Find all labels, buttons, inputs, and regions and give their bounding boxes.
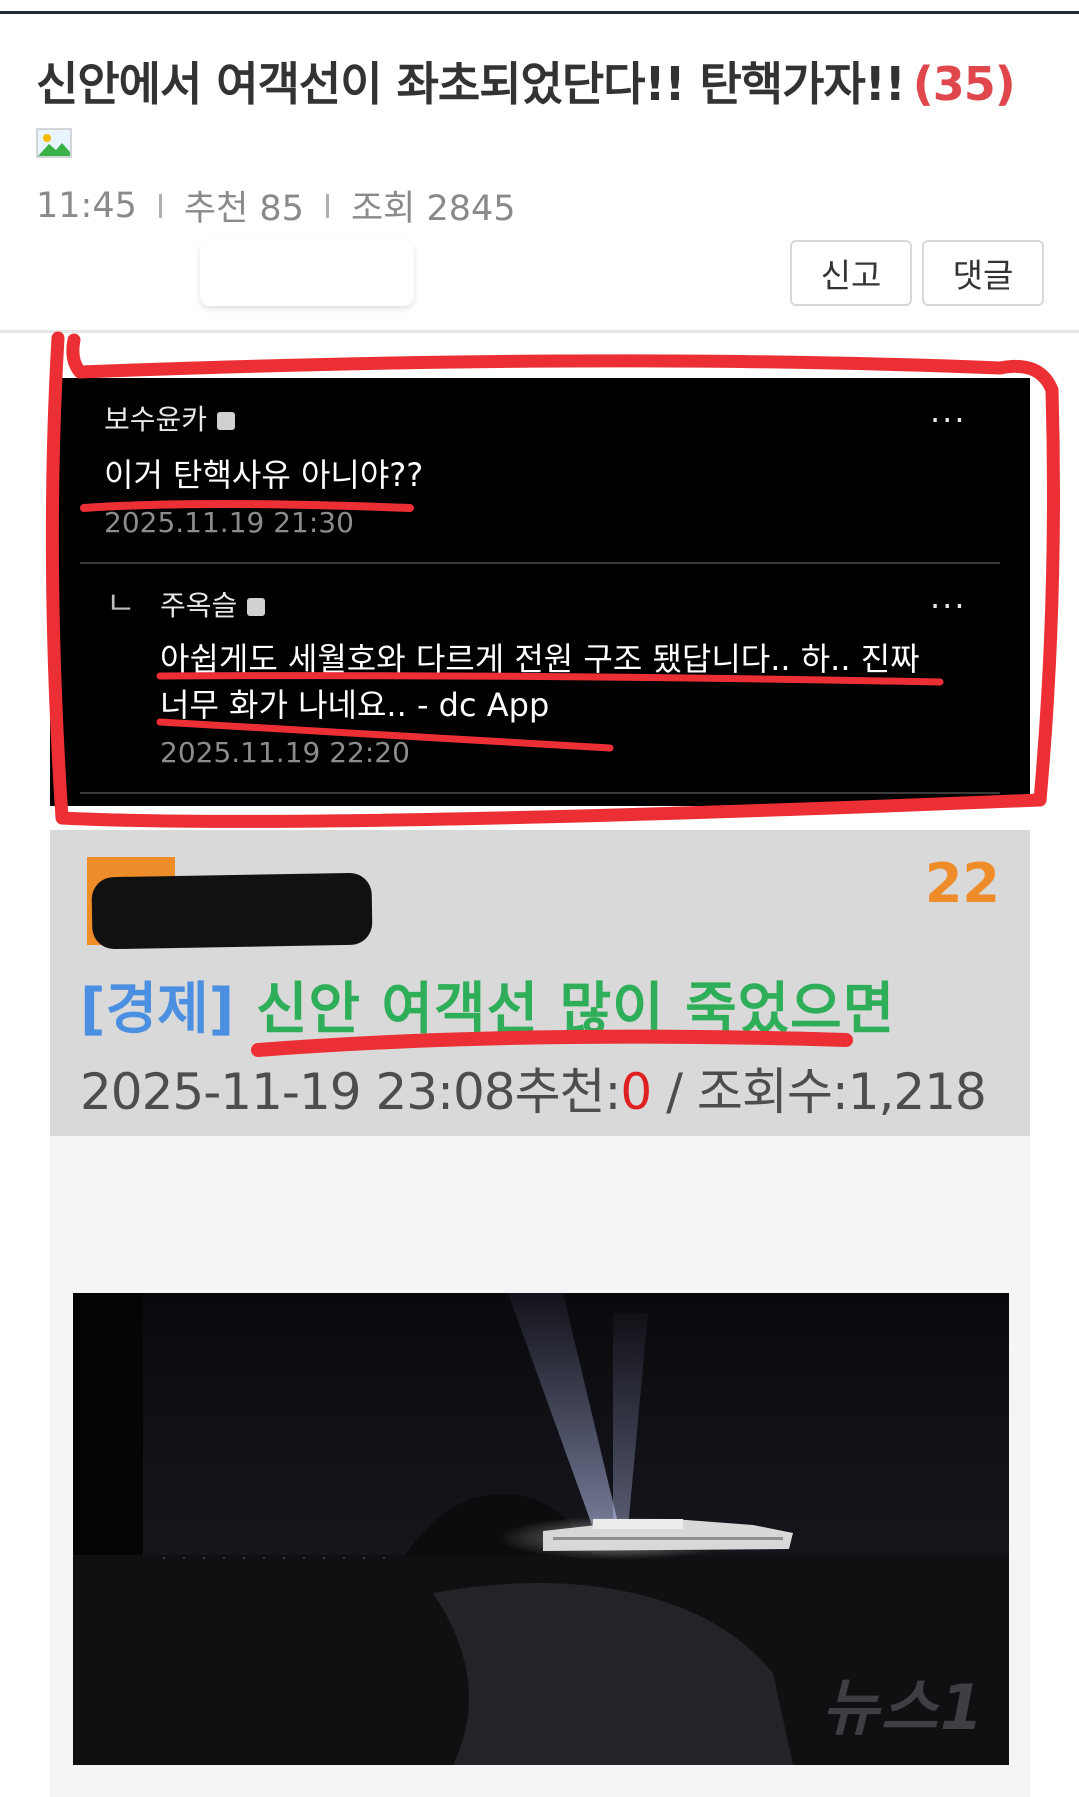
member-badge-icon	[247, 598, 266, 616]
meta-divider	[158, 193, 162, 218]
top-bar	[0, 0, 1079, 14]
comment-author: 보수윤카	[104, 398, 236, 438]
post-number: 22	[924, 852, 1000, 915]
captured-post-image: 22 [경제] 신안 여객선 많이 죽었으면 2025-11-19 23:08추…	[50, 830, 1030, 1136]
reply-date: 2025.11.19 22:20	[160, 736, 410, 769]
comment-count[interactable]: (35)	[913, 57, 1016, 111]
post-meta: 11:45 추천 85 조회 2845	[36, 180, 516, 231]
reply-divider	[80, 792, 1000, 794]
redacted-name	[91, 872, 373, 950]
post-category: [경제]	[80, 977, 235, 1042]
reply-text-line1: 아쉽게도 세월호와 다르게 전원 구조 됐답니다.. 하.. 진짜	[160, 640, 920, 678]
reply-icon: ㄴ	[106, 584, 136, 622]
news-watermark-logo: 뉴스1	[821, 1671, 985, 1744]
captured-post-title: 신안 여객선 많이 죽었으면	[256, 977, 896, 1042]
post-title: 신안에서 여객선이 좌초되었단다!! 탄핵가자!! (35)	[36, 48, 1046, 114]
reply-text-line2: 너무 화가 나네요.. - dc App	[160, 686, 550, 724]
member-badge-icon	[217, 412, 236, 430]
more-icon: ...	[930, 578, 967, 616]
post-title-text: 신안에서 여객선이 좌초되었단다!! 탄핵가자!!	[36, 57, 906, 111]
image-icon	[36, 128, 72, 158]
captured-post-meta: 2025-11-19 23:08추천:0 / 조회수:1,218	[80, 1063, 987, 1121]
more-icon: ...	[930, 392, 967, 430]
post-time: 11:45	[36, 185, 137, 226]
report-button[interactable]: 신고	[790, 240, 912, 306]
reply-author: 주옥슬	[160, 584, 266, 624]
captured-comment-image: 보수윤카 ... 이거 탄핵사유 아니야?? 2025.11.19 21:30 …	[50, 378, 1030, 806]
post-views: 조회 2845	[350, 189, 516, 229]
comment-divider	[80, 562, 1000, 564]
ferry-photo: 뉴스1	[73, 1293, 1009, 1765]
meta-divider	[325, 193, 329, 218]
post-recommend: 추천 85	[183, 189, 304, 229]
comment-date: 2025.11.19 21:30	[104, 506, 354, 539]
comment-text: 이거 탄핵사유 아니야??	[104, 456, 424, 494]
comment-button[interactable]: 댓글	[922, 240, 1044, 306]
blank-button[interactable]	[200, 240, 414, 306]
content-divider	[0, 330, 1079, 333]
